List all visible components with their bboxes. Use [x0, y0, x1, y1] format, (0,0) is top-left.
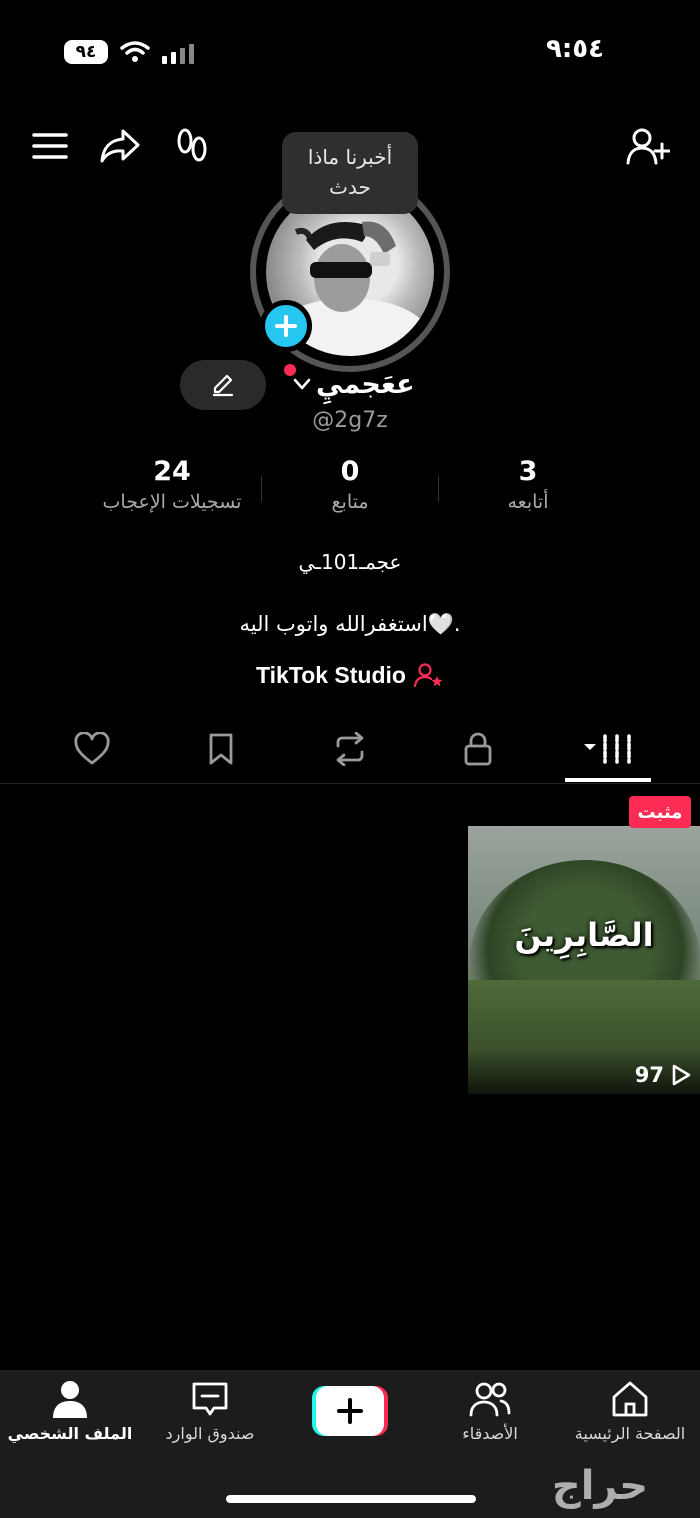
nav-label: الصفحة الرئيسية	[574, 1424, 686, 1443]
inbox-icon	[192, 1382, 228, 1416]
wifi-icon	[120, 41, 150, 62]
play-icon	[672, 1064, 691, 1086]
bookmark-icon	[209, 733, 233, 765]
active-tab-indicator	[565, 778, 651, 782]
home-indicator[interactable]	[226, 1495, 476, 1503]
nav-label: الأصدقاء	[462, 1424, 518, 1443]
heart-icon	[74, 732, 110, 765]
tab-favorites[interactable]	[191, 724, 251, 774]
video-caption: الصَّابِرِينَ	[514, 916, 654, 954]
tab-reposts[interactable]	[320, 724, 380, 774]
status-time: ٩:٥٤	[545, 34, 604, 64]
stat-label: تسجيلات الإعجاب	[102, 491, 242, 513]
chevron-down-icon	[293, 378, 311, 390]
tab-private[interactable]	[448, 724, 508, 774]
nav-home[interactable]: الصفحة الرئيسية	[560, 1380, 700, 1450]
nav-label: الملف الشخصي	[7, 1424, 133, 1443]
tab-videos[interactable]	[578, 724, 638, 774]
nav-profile[interactable]: الملف الشخصي	[0, 1380, 140, 1450]
pinned-badge: مثبت	[629, 796, 691, 828]
haraj-watermark: حراج	[551, 1463, 649, 1509]
footprints-icon[interactable]	[168, 122, 216, 170]
nickname: عجمـ101ـي	[298, 550, 402, 574]
repost-icon	[336, 732, 364, 766]
videos-grid-icon	[584, 734, 631, 764]
view-count: 97	[634, 1063, 664, 1087]
tab-liked[interactable]	[62, 724, 122, 774]
signal-icon	[162, 42, 194, 64]
nav-inbox[interactable]: صندوق الوارد	[140, 1380, 280, 1450]
tiktok-studio-link[interactable]: TikTok Studio	[220, 658, 480, 692]
create-plus-icon[interactable]	[312, 1386, 388, 1436]
home-icon	[612, 1381, 648, 1417]
studio-label: TikTok Studio	[256, 661, 406, 688]
creator-star-icon	[413, 663, 443, 688]
stat-likes[interactable]: 24 تسجيلات الإعجاب	[62, 456, 282, 513]
lock-icon	[464, 732, 492, 766]
display-name: ععَجميِ	[316, 368, 415, 400]
profile-icon	[53, 1381, 87, 1418]
share-icon[interactable]	[96, 122, 144, 170]
nav-friends[interactable]: الأصدقاء	[420, 1380, 560, 1450]
account-switcher[interactable]: ععَجميِ	[292, 362, 422, 406]
video-views: 97	[600, 1060, 692, 1090]
menu-icon[interactable]	[26, 122, 74, 170]
add-friend-icon[interactable]	[624, 122, 672, 170]
edit-profile-button[interactable]	[180, 360, 266, 410]
whats-new-tooltip[interactable]: أخبرنا ماذا حدث	[282, 132, 418, 214]
tab-divider	[0, 783, 700, 784]
nav-label: صندوق الوارد	[165, 1424, 255, 1443]
add-story-button[interactable]	[260, 300, 312, 352]
pencil-icon	[212, 374, 234, 397]
bio: استغفرالله واتوب اليه🤍.	[239, 612, 461, 636]
username: @2g7z	[312, 408, 388, 433]
friends-icon	[469, 1382, 511, 1417]
stat-value: 24	[153, 456, 191, 487]
battery-indicator: ٩٤	[64, 40, 108, 64]
